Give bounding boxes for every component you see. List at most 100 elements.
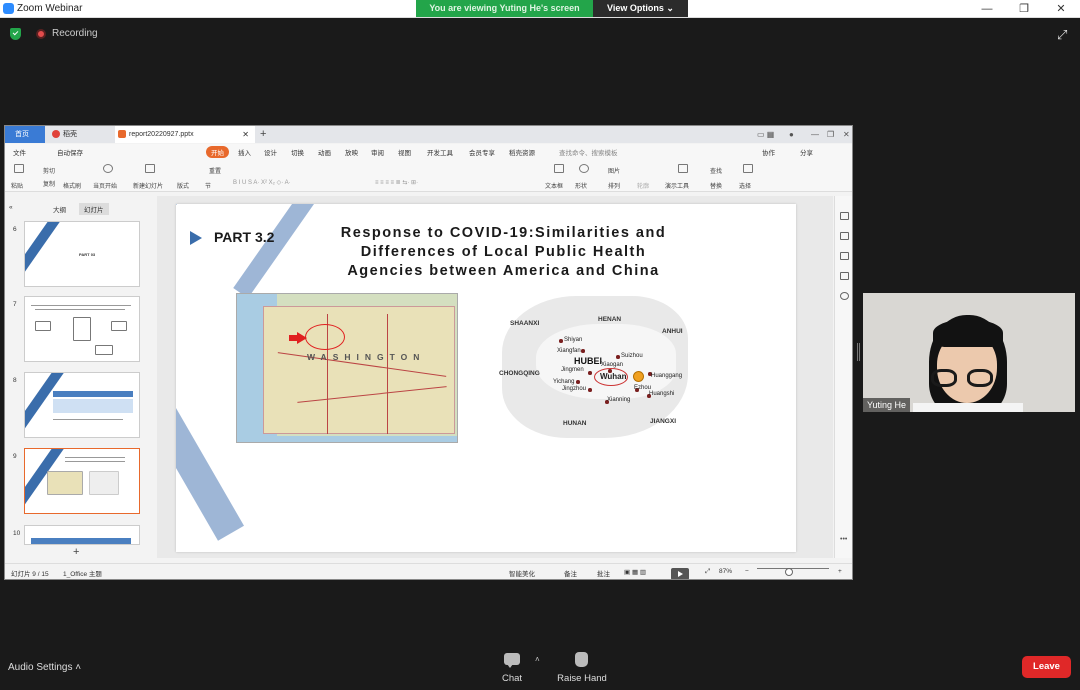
fullscreen-icon[interactable]: ⤢: [1057, 27, 1067, 43]
menu-slideshow[interactable]: 放映: [345, 147, 358, 157]
zoom-out-button[interactable]: −: [745, 568, 749, 575]
wps-restore-icon[interactable]: ❐: [827, 126, 834, 143]
pin-icon[interactable]: [840, 232, 849, 240]
menu-transition[interactable]: 切换: [291, 147, 304, 157]
ribbon-copy[interactable]: 复制: [43, 179, 55, 188]
ribbon-play-current[interactable]: 当页开始: [93, 181, 117, 190]
textbox-icon[interactable]: [554, 164, 564, 173]
menu-autosave[interactable]: 自动保存: [57, 147, 83, 157]
slide-panel-header: « 大纲 幻灯片: [5, 202, 150, 216]
ribbon-replace[interactable]: 替换: [710, 181, 722, 190]
leave-button[interactable]: Leave: [1022, 656, 1071, 678]
chat-chevron-up-icon[interactable]: ˄: [535, 655, 540, 664]
encryption-shield-icon[interactable]: [10, 28, 21, 40]
slide-canvas[interactable]: PART 3.2 Response to COVID-19:Similariti…: [176, 204, 796, 552]
ribbon-arrange[interactable]: 排列: [608, 181, 620, 190]
menu-design[interactable]: 设计: [264, 147, 277, 157]
wps-close-icon[interactable]: ✕: [843, 126, 850, 143]
view-mode-icons[interactable]: ▣ ▦ ▥: [624, 568, 646, 576]
wps-tab-home[interactable]: 首页: [5, 126, 45, 143]
ribbon-new-slide[interactable]: 新建幻灯片: [133, 181, 163, 190]
slides-tab[interactable]: 幻灯片: [79, 203, 109, 215]
ribbon-layout[interactable]: 版式: [177, 181, 189, 190]
select-icon[interactable]: [743, 164, 753, 173]
province-label: ANHUI: [662, 328, 683, 335]
hand-icon: [575, 652, 588, 667]
ribbon-cut[interactable]: 剪切: [43, 166, 55, 175]
account-avatar[interactable]: ●: [789, 126, 794, 143]
slide-thumbnail[interactable]: [24, 372, 140, 438]
ribbon-section[interactable]: 节: [205, 181, 211, 190]
presentation-tools-icon[interactable]: [678, 164, 688, 173]
slide-thumbnail[interactable]: [24, 525, 140, 545]
zoom-slider[interactable]: [757, 568, 829, 569]
location-icon[interactable]: [840, 292, 849, 300]
menu-animation[interactable]: 动画: [318, 147, 331, 157]
play-from-current-icon[interactable]: [103, 164, 113, 173]
video-panel-resize-handle[interactable]: [857, 343, 860, 361]
raise-hand-button[interactable]: Raise Hand: [556, 651, 608, 687]
ribbon-find[interactable]: 查找: [710, 166, 722, 175]
ribbon-reset[interactable]: 重置: [209, 166, 221, 175]
menu-file[interactable]: 文件: [13, 147, 26, 157]
meeting-status-row: Recording ⤢: [0, 24, 1080, 44]
menu-review[interactable]: 审阅: [371, 147, 384, 157]
audio-settings-button[interactable]: Audio Settings ˄: [8, 662, 81, 673]
menu-home[interactable]: 开始: [206, 146, 229, 158]
wps-tab-report[interactable]: report20220927.pptx ✕: [115, 126, 255, 143]
slide-thumbnail[interactable]: [24, 296, 140, 362]
command-search[interactable]: 查找命令、搜索模板: [559, 147, 618, 157]
ribbon-textbox[interactable]: 文本框: [545, 181, 563, 190]
add-slide-button[interactable]: +: [73, 546, 79, 558]
menu-developer[interactable]: 开发工具: [427, 147, 453, 157]
more-icon[interactable]: •••: [840, 536, 849, 544]
adjust-icon[interactable]: [840, 212, 849, 220]
menu-view[interactable]: 视图: [398, 147, 411, 157]
ribbon-shape[interactable]: 形状: [575, 181, 587, 190]
menu-insert[interactable]: 插入: [238, 147, 251, 157]
collapse-panel-icon[interactable]: «: [9, 204, 13, 211]
fit-window-icon[interactable]: ⤢: [705, 568, 710, 576]
shape-icon[interactable]: [579, 164, 589, 173]
ribbon-select[interactable]: 选择: [739, 181, 751, 190]
menu-docer-resources[interactable]: 稻壳资源: [509, 147, 535, 157]
close-tab-icon[interactable]: ✕: [242, 126, 249, 143]
maximize-button[interactable]: ❐: [1009, 1, 1039, 17]
wps-tab-bar: 首页 稻壳 report20220927.pptx ✕ + ▭ ▦ ● — ❐ …: [5, 126, 852, 143]
new-tab-icon[interactable]: +: [260, 126, 266, 143]
slide-thumbnail-selected[interactable]: [24, 448, 140, 514]
format-icon[interactable]: [840, 252, 849, 260]
ribbon-format-painter[interactable]: 格式刷: [63, 181, 81, 190]
layout-icon[interactable]: ▭ ▦: [757, 126, 774, 143]
outline-tab[interactable]: 大纲: [53, 204, 66, 214]
ribbon-outline[interactable]: 轮廓: [637, 181, 649, 190]
wps-tab-docer[interactable]: 稻壳: [49, 126, 113, 143]
wps-minimize-icon[interactable]: —: [811, 126, 819, 143]
collaborate-button[interactable]: 协作: [762, 147, 775, 157]
ribbon-paste[interactable]: 粘贴: [11, 181, 23, 190]
zoom-in-button[interactable]: +: [838, 568, 842, 575]
paste-icon[interactable]: [14, 164, 24, 173]
notes-button[interactable]: 备注: [564, 568, 577, 578]
menu-member[interactable]: 会员专享: [469, 147, 495, 157]
zoom-level[interactable]: 87%: [719, 568, 732, 575]
province-label: HENAN: [598, 316, 622, 323]
comments-button[interactable]: 批注: [597, 568, 610, 578]
share-button[interactable]: 分享: [800, 147, 813, 157]
minimize-button[interactable]: —: [972, 1, 1002, 17]
ribbon-presentation-tools[interactable]: 演示工具: [665, 181, 689, 190]
participant-video[interactable]: Yuting He: [863, 293, 1075, 412]
image-tools-icon[interactable]: [840, 272, 849, 280]
font-format-buttons[interactable]: B I U S A· X² X₂ ◇· A·: [233, 179, 291, 186]
zoom-slider-handle[interactable]: [785, 568, 793, 576]
meeting-toolbar: Audio Settings ˄ Chat ˄ Raise Hand Leave: [0, 645, 1080, 690]
view-options-button[interactable]: View Options ⌄: [593, 0, 688, 17]
slide-thumbnail[interactable]: PART 03: [24, 221, 140, 287]
smart-beautify-button[interactable]: 智能美化: [509, 568, 535, 578]
play-slideshow-button[interactable]: [671, 568, 689, 579]
close-button[interactable]: ✕: [1046, 1, 1076, 17]
new-slide-icon[interactable]: [145, 164, 155, 173]
paragraph-format-buttons[interactable]: ≡ ≡ ≡ ≡ ≣ ⇆· ⊞·: [375, 179, 418, 186]
ribbon-picture[interactable]: 图片: [608, 166, 620, 175]
chat-button[interactable]: Chat: [496, 651, 528, 687]
